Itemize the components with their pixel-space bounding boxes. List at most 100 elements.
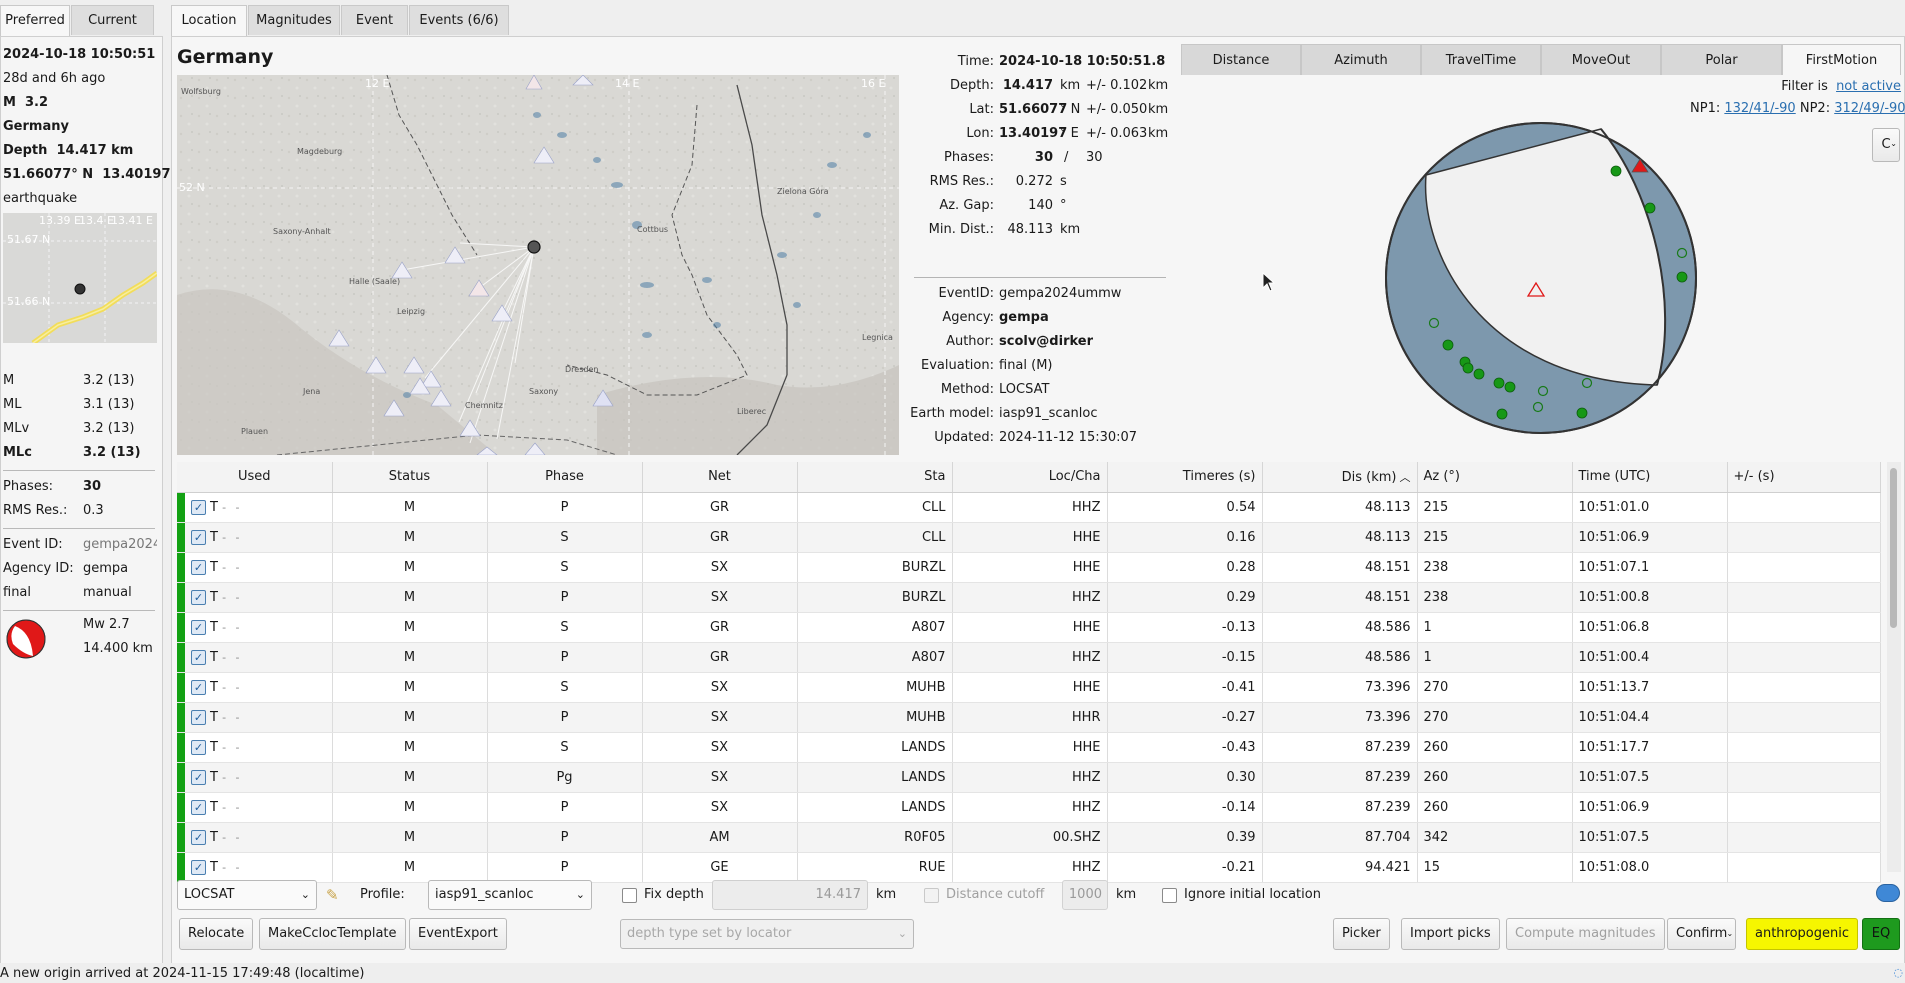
- compute-magnitudes-button[interactable]: Compute magnitudes: [1506, 918, 1665, 950]
- cell-used[interactable]: ✓ T - -: [177, 492, 333, 523]
- tab-magnitudes[interactable]: Magnitudes: [248, 5, 340, 35]
- table-row[interactable]: ✓ T - - M S GR CLL HHE 0.16 48.113 215 10:51:06.9: [177, 522, 1881, 553]
- table-row[interactable]: ✓ T - - M Pg SX LANDS HHZ 0.30 87.239 260 10:51:07…: [177, 762, 1881, 793]
- resize-grip-icon[interactable]: ◌: [1893, 966, 1903, 979]
- table-row[interactable]: ✓ T - - M P SX MUHB HHR -0.27 73.396 270 10:51:04.…: [177, 702, 1881, 733]
- used-checkbox[interactable]: ✓: [191, 799, 206, 815]
- tab-preferred[interactable]: Preferred: [0, 5, 70, 36]
- used-checkbox[interactable]: ✓: [191, 499, 206, 515]
- lon-label: Lon:: [966, 126, 994, 141]
- distance-cutoff-checkbox[interactable]: [924, 888, 939, 903]
- cell-used[interactable]: ✓ T - -: [177, 732, 333, 763]
- col-sta[interactable]: Sta: [797, 462, 953, 493]
- confirm-button[interactable]: Confirm ⌄: [1667, 918, 1737, 950]
- used-checkbox[interactable]: ✓: [191, 859, 206, 875]
- table-row[interactable]: ✓ T - - M P SX BURZL HHZ 0.29 48.151 238 10:51:00.…: [177, 582, 1881, 613]
- table-row[interactable]: ✓ T - - M P GR CLL HHZ 0.54 48.113 215 10:51:01.0: [177, 492, 1881, 523]
- mag-row-mlv-val: 3.2 (13): [83, 421, 135, 436]
- col-loc-cha[interactable]: Loc/Cha: [952, 462, 1108, 493]
- cell-dis: 73.396: [1262, 702, 1418, 733]
- cell-used[interactable]: ✓ T - -: [177, 552, 333, 583]
- tab-current[interactable]: Current: [71, 5, 154, 35]
- used-checkbox[interactable]: ✓: [191, 649, 206, 665]
- used-checkbox[interactable]: ✓: [191, 619, 206, 635]
- earthmodel-label: Earth model:: [910, 406, 994, 421]
- np1-link[interactable]: 132/41/-90: [1724, 101, 1795, 116]
- col-uncertainty[interactable]: +/- (s): [1727, 462, 1881, 493]
- table-row[interactable]: ✓ T - - M P SX LANDS HHZ -0.14 87.239 260 10:51:06…: [177, 792, 1881, 823]
- used-checkbox[interactable]: ✓: [191, 829, 206, 845]
- cell-uncertainty: [1727, 582, 1881, 613]
- tab-distance[interactable]: Distance: [1181, 44, 1301, 76]
- cell-used[interactable]: ✓ T - -: [177, 612, 333, 643]
- location-map[interactable]: 12 E 14 E 16 E 52 N Wolfsburg Magdeburg …: [177, 75, 899, 455]
- cell-used[interactable]: ✓ T - -: [177, 582, 333, 613]
- tab-traveltime[interactable]: TravelTime: [1421, 44, 1541, 76]
- col-status[interactable]: Status: [332, 462, 488, 493]
- cell-used[interactable]: ✓ T - -: [177, 522, 333, 553]
- import-picks-button[interactable]: Import picks: [1401, 918, 1500, 950]
- table-row[interactable]: ✓ T - - M S SX LANDS HHE -0.43 87.239 260 10:51:17…: [177, 732, 1881, 763]
- picker-button[interactable]: Picker: [1333, 918, 1390, 950]
- rms-value: 0.272: [1015, 174, 1053, 189]
- table-scrollbar[interactable]: [1887, 462, 1901, 872]
- firstmotion-beachball[interactable]: [1380, 121, 1700, 441]
- profile-select[interactable]: iasp91_scanloc ⌄: [428, 880, 592, 910]
- cell-used[interactable]: ✓ T - -: [177, 852, 333, 883]
- col-time[interactable]: Time (UTC): [1572, 462, 1728, 493]
- used-checkbox[interactable]: ✓: [191, 559, 206, 575]
- cell-used[interactable]: ✓ T - -: [177, 822, 333, 853]
- tab-event[interactable]: Event: [341, 5, 408, 35]
- cell-used[interactable]: ✓ T - -: [177, 642, 333, 673]
- filter-link[interactable]: not active: [1836, 79, 1901, 94]
- col-timeres[interactable]: Timeres (s): [1107, 462, 1263, 493]
- wrench-icon[interactable]: ✎: [326, 886, 339, 904]
- used-checkbox[interactable]: ✓: [191, 589, 206, 605]
- fix-depth-checkbox[interactable]: [622, 888, 637, 903]
- chat-bubble-icon[interactable]: [1876, 884, 1900, 902]
- eq-button[interactable]: EQ: [1862, 918, 1900, 950]
- used-checkbox[interactable]: ✓: [191, 769, 206, 785]
- cell-sta: LANDS: [797, 762, 953, 793]
- tab-azimuth[interactable]: Azimuth: [1301, 44, 1421, 76]
- np2-link[interactable]: 312/49/-90: [1834, 101, 1905, 116]
- fix-depth-input[interactable]: 14.417: [712, 880, 868, 910]
- table-row[interactable]: ✓ T - - M S GR A807 HHE -0.13 48.586 1 10:51:06.8: [177, 612, 1881, 643]
- mini-map[interactable]: 13.39 E 13.4 E 13.41 E 51.67 N 51.66 N: [3, 213, 157, 343]
- used-checkbox[interactable]: ✓: [191, 529, 206, 545]
- used-checkbox[interactable]: ✓: [191, 709, 206, 725]
- event-export-button[interactable]: EventExport: [409, 918, 507, 950]
- tab-events[interactable]: Events (6/6): [409, 5, 509, 35]
- table-row[interactable]: ✓ T - - M S SX MUHB HHE -0.41 73.396 270 10:51:13.…: [177, 672, 1881, 703]
- tab-polar[interactable]: Polar: [1661, 44, 1782, 76]
- lon-error: +/- 0.063: [1086, 126, 1148, 141]
- ignore-initial-checkbox[interactable]: [1162, 888, 1177, 903]
- col-used[interactable]: Used: [177, 462, 333, 493]
- make-template-button[interactable]: MakeCclocTemplate: [259, 918, 406, 950]
- table-row[interactable]: ✓ T - - M S SX BURZL HHE 0.28 48.151 238 10:51:07.…: [177, 552, 1881, 583]
- cell-used[interactable]: ✓ T - -: [177, 702, 333, 733]
- tab-moveout[interactable]: MoveOut: [1541, 44, 1661, 76]
- locator-select[interactable]: LOCSAT ⌄: [177, 880, 317, 910]
- col-az[interactable]: Az (°): [1417, 462, 1573, 493]
- table-row[interactable]: ✓ T - - M P GR A807 HHZ -0.15 48.586 1 10:51:00.4: [177, 642, 1881, 673]
- cell-used[interactable]: ✓ T - -: [177, 792, 333, 823]
- cell-used[interactable]: ✓ T - -: [177, 762, 333, 793]
- anthropogenic-button[interactable]: anthropogenic: [1746, 918, 1859, 950]
- tab-location[interactable]: Location: [171, 5, 247, 36]
- col-dis[interactable]: Dis (km) ︿: [1262, 462, 1418, 493]
- tab-firstmotion[interactable]: FirstMotion: [1782, 44, 1901, 76]
- scrollbar-thumb[interactable]: [1890, 468, 1897, 628]
- depth-type-select[interactable]: depth type set by locator ⌄: [620, 919, 914, 949]
- cell-used[interactable]: ✓ T - -: [177, 672, 333, 703]
- table-row[interactable]: ✓ T - - M P AM R0F05 00.SHZ 0.39 87.704 342 10:51:…: [177, 822, 1881, 853]
- used-checkbox[interactable]: ✓: [191, 739, 206, 755]
- used-checkbox[interactable]: ✓: [191, 679, 206, 695]
- relocate-button[interactable]: Relocate: [179, 918, 254, 950]
- col-phase[interactable]: Phase: [487, 462, 643, 493]
- distance-cutoff-input[interactable]: 1000: [1062, 880, 1108, 910]
- status-bar: A new origin arrived at 2024-11-15 17:49…: [0, 963, 1905, 983]
- table-row[interactable]: ✓ T - - M P GE RUE HHZ -0.21 94.421 15 10:51:08.0: [177, 852, 1881, 883]
- plot-options-button[interactable]: C ⌄: [1872, 128, 1900, 162]
- col-net[interactable]: Net: [642, 462, 798, 493]
